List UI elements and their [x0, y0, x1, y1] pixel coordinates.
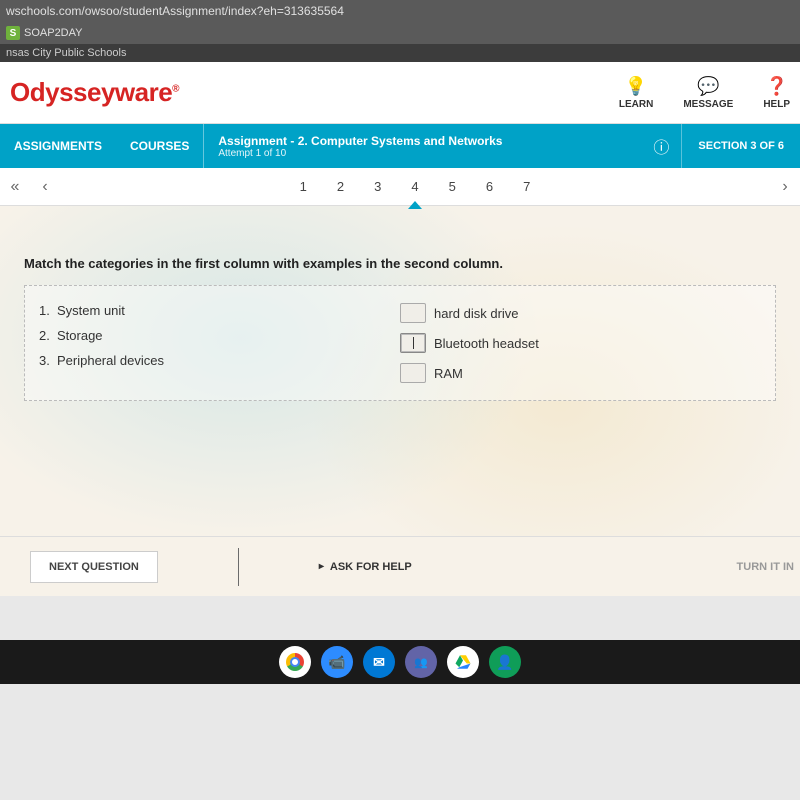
- question-footer: NEXT QUESTION ▸ ASK FOR HELP TURN IT IN: [0, 536, 800, 596]
- learn-button[interactable]: 💡 LEARN: [619, 76, 653, 110]
- item-number: 1.: [39, 303, 57, 318]
- question-pager: « ‹ 1 2 3 4 5 6 7 ›: [0, 168, 800, 206]
- pager-item-6[interactable]: 6: [484, 175, 495, 198]
- pager-item-1[interactable]: 1: [298, 175, 309, 198]
- bookmark-label: SOAP2DAY: [24, 27, 83, 39]
- answer-label: Bluetooth headset: [434, 336, 539, 351]
- bookmarks-bar: S SOAP2DAY: [0, 22, 800, 44]
- caret-right-icon: ▸: [319, 561, 324, 572]
- item-number: 2.: [39, 328, 57, 343]
- os-taskbar: 📹 ✉ 👥 👤: [0, 640, 800, 684]
- category-item: 3.Peripheral devices: [39, 348, 400, 373]
- pager-item-2[interactable]: 2: [335, 175, 346, 198]
- ask-for-help-button[interactable]: ▸ ASK FOR HELP: [319, 561, 412, 573]
- answer-item: Bluetooth headset: [400, 328, 761, 358]
- message-button[interactable]: 💬 MESSAGE: [683, 76, 733, 110]
- pager-first-icon[interactable]: «: [0, 178, 30, 196]
- app-header: Odysseyware® 💡 LEARN 💬 MESSAGE ❓ HELP: [0, 62, 800, 124]
- outlook-icon[interactable]: ✉: [363, 646, 395, 678]
- teams-icon[interactable]: 👥: [405, 646, 437, 678]
- zoom-icon[interactable]: 📹: [321, 646, 353, 678]
- url-bar[interactable]: wschools.com/owsoo/studentAssignment/ind…: [0, 0, 800, 22]
- tab-courses[interactable]: COURSES: [116, 124, 203, 168]
- category-item: 1.System unit: [39, 298, 400, 323]
- bookmark-soap2day[interactable]: S SOAP2DAY: [6, 26, 83, 40]
- pager-prev-icon[interactable]: ‹: [30, 178, 60, 196]
- pager-item-5[interactable]: 5: [447, 175, 458, 198]
- answer-input[interactable]: [400, 363, 426, 383]
- assignment-bar: ASSIGNMENTS COURSES Assignment - 2. Comp…: [0, 124, 800, 168]
- speech-icon: 💬: [697, 76, 719, 97]
- match-container: 1.System unit2.Storage3.Peripheral devic…: [24, 285, 776, 401]
- answer-item: RAM: [400, 358, 761, 388]
- answer-input[interactable]: [400, 333, 426, 353]
- help-button[interactable]: ❓ HELP: [763, 76, 790, 110]
- section-indicator[interactable]: SECTION 3 OF 6: [681, 124, 800, 168]
- divider: [238, 548, 239, 586]
- answer-label: RAM: [434, 366, 463, 381]
- pager-next-icon[interactable]: ›: [770, 178, 800, 196]
- category-item: 2.Storage: [39, 323, 400, 348]
- item-text: Peripheral devices: [57, 353, 164, 368]
- chrome-icon[interactable]: [279, 646, 311, 678]
- browser-tab[interactable]: nsas City Public Schools: [0, 44, 800, 62]
- logo: Odysseyware®: [10, 77, 179, 108]
- answer-label: hard disk drive: [434, 306, 519, 321]
- question-prompt: Match the categories in the first column…: [24, 256, 776, 271]
- pager-item-7[interactable]: 7: [521, 175, 532, 198]
- classroom-icon[interactable]: 👤: [489, 646, 521, 678]
- drive-icon[interactable]: [447, 646, 479, 678]
- tab-assignments[interactable]: ASSIGNMENTS: [0, 124, 116, 168]
- item-text: Storage: [57, 328, 103, 343]
- info-icon[interactable]: ⓘ: [641, 124, 681, 168]
- turn-it-in-button[interactable]: TURN IT IN: [737, 561, 794, 573]
- next-question-button[interactable]: NEXT QUESTION: [30, 551, 158, 583]
- pager-item-4[interactable]: 4: [409, 175, 420, 198]
- answer-item: hard disk drive: [400, 298, 761, 328]
- bookmark-favicon: S: [6, 26, 20, 40]
- pager-item-3[interactable]: 3: [372, 175, 383, 198]
- answer-input[interactable]: [400, 303, 426, 323]
- item-text: System unit: [57, 303, 125, 318]
- question-content: Match the categories in the first column…: [0, 206, 800, 536]
- text-caret-icon: [413, 337, 414, 349]
- assignment-title-area: Assignment - 2. Computer Systems and Net…: [203, 124, 641, 168]
- help-icon: ❓: [765, 76, 787, 97]
- item-number: 3.: [39, 353, 57, 368]
- lightbulb-icon: 💡: [625, 76, 647, 97]
